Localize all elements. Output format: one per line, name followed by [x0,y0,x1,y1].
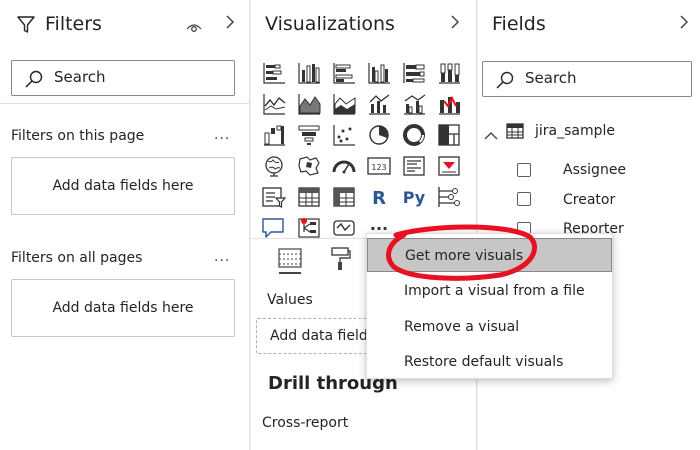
search-icon [496,71,514,89]
filters-on-this-page-label: Filters on this page [11,128,145,144]
fields-search-box[interactable] [482,61,692,97]
menu-item-import-visual[interactable]: Import a visual from a file [367,274,612,308]
line-icon[interactable] [261,92,287,116]
card-icon[interactable]: 123 [366,154,392,178]
matrix-icon[interactable] [331,185,357,209]
key-influencers-icon[interactable] [436,185,462,209]
clustered-bar-icon[interactable] [331,61,357,85]
chevron-up-icon[interactable] [484,126,498,145]
field-creator[interactable]: Creator [563,192,615,208]
values-label: Values [267,292,313,308]
menu-item-remove-visual[interactable]: Remove a visual [367,310,612,344]
python-visual-label: Py [403,188,426,207]
menu-item-restore-default-visuals[interactable]: Restore default visuals [367,345,612,379]
funnel-icon[interactable] [296,123,322,147]
stacked-area-icon[interactable] [331,92,357,116]
more-visuals-label: ... [370,216,388,234]
r-visual-label: R [372,188,386,209]
all-pages-filters-dropzone[interactable]: Add data fields here [11,279,235,337]
cross-report-label: Cross-report [262,415,349,431]
more-options-button[interactable]: ... [214,127,230,143]
map-icon[interactable] [261,154,287,178]
gauge-icon[interactable] [331,154,357,178]
eye-icon[interactable] [186,19,202,38]
table-icon [506,123,524,143]
smart-narrative-icon[interactable] [331,216,357,240]
line-column-icon[interactable] [366,92,392,116]
stacked-bar-icon[interactable] [261,61,287,85]
100-bar-icon[interactable] [401,61,427,85]
format-paint-roller-icon[interactable] [329,246,351,276]
table-icon[interactable] [296,185,322,209]
donut-icon[interactable] [401,123,427,147]
ribbon-icon[interactable] [436,92,462,116]
scatter-icon[interactable] [331,123,357,147]
fields-search-input[interactable] [525,69,675,87]
visualizations-title: Visualizations [265,13,395,35]
more-visuals-context-menu: Get more visuals Import a visual from a … [366,233,613,379]
pie-icon[interactable] [366,123,392,147]
page-filters-dropzone[interactable]: Add data fields here [11,157,235,215]
field-checkbox-creator[interactable] [517,192,531,206]
r-visual-icon[interactable]: R [366,185,392,209]
filters-pane: Filters Filters on this page ... Add dat… [0,0,250,450]
fields-well-tab-icon[interactable] [277,246,303,280]
table-name-jira-sample[interactable]: jira_sample [535,123,615,139]
chevron-right-icon[interactable] [679,14,689,34]
field-checkbox-assignee[interactable] [517,163,531,177]
card-icon-number: 123 [371,163,386,172]
fields-pane: Fields jira_sample Assignee Creator Repo… [478,0,700,450]
python-visual-icon[interactable]: Py [401,185,427,209]
menu-item-get-more-visuals[interactable]: Get more visuals [367,238,612,272]
clustered-column-icon[interactable] [366,61,392,85]
filters-title: Filters [45,13,102,35]
100-column-icon[interactable] [436,61,462,85]
filters-search-box[interactable] [11,60,235,96]
filter-icon [16,15,36,39]
decomposition-tree-icon[interactable] [296,216,322,240]
more-options-button[interactable]: ... [214,249,230,265]
filters-on-all-pages-label: Filters on all pages [11,250,143,266]
divider [0,103,249,104]
chevron-right-icon[interactable] [225,14,235,34]
visualizations-pane: Visualizations 123 R Py ... Values Add d… [251,0,477,450]
slicer-icon[interactable] [261,185,287,209]
multirow-card-icon[interactable] [401,154,427,178]
waterfall-icon[interactable] [261,123,287,147]
filters-search-input[interactable] [54,68,204,86]
treemap-icon[interactable] [436,123,462,147]
filled-map-icon[interactable] [296,154,322,178]
stacked-column-icon[interactable] [296,61,322,85]
search-icon [25,70,43,88]
fields-title: Fields [492,13,546,35]
line-clustered-column-icon[interactable] [401,92,427,116]
area-icon[interactable] [296,92,322,116]
qa-icon[interactable] [261,216,287,240]
field-assignee[interactable]: Assignee [563,162,626,178]
kpi-icon[interactable] [436,154,462,178]
chevron-right-icon[interactable] [450,14,460,34]
